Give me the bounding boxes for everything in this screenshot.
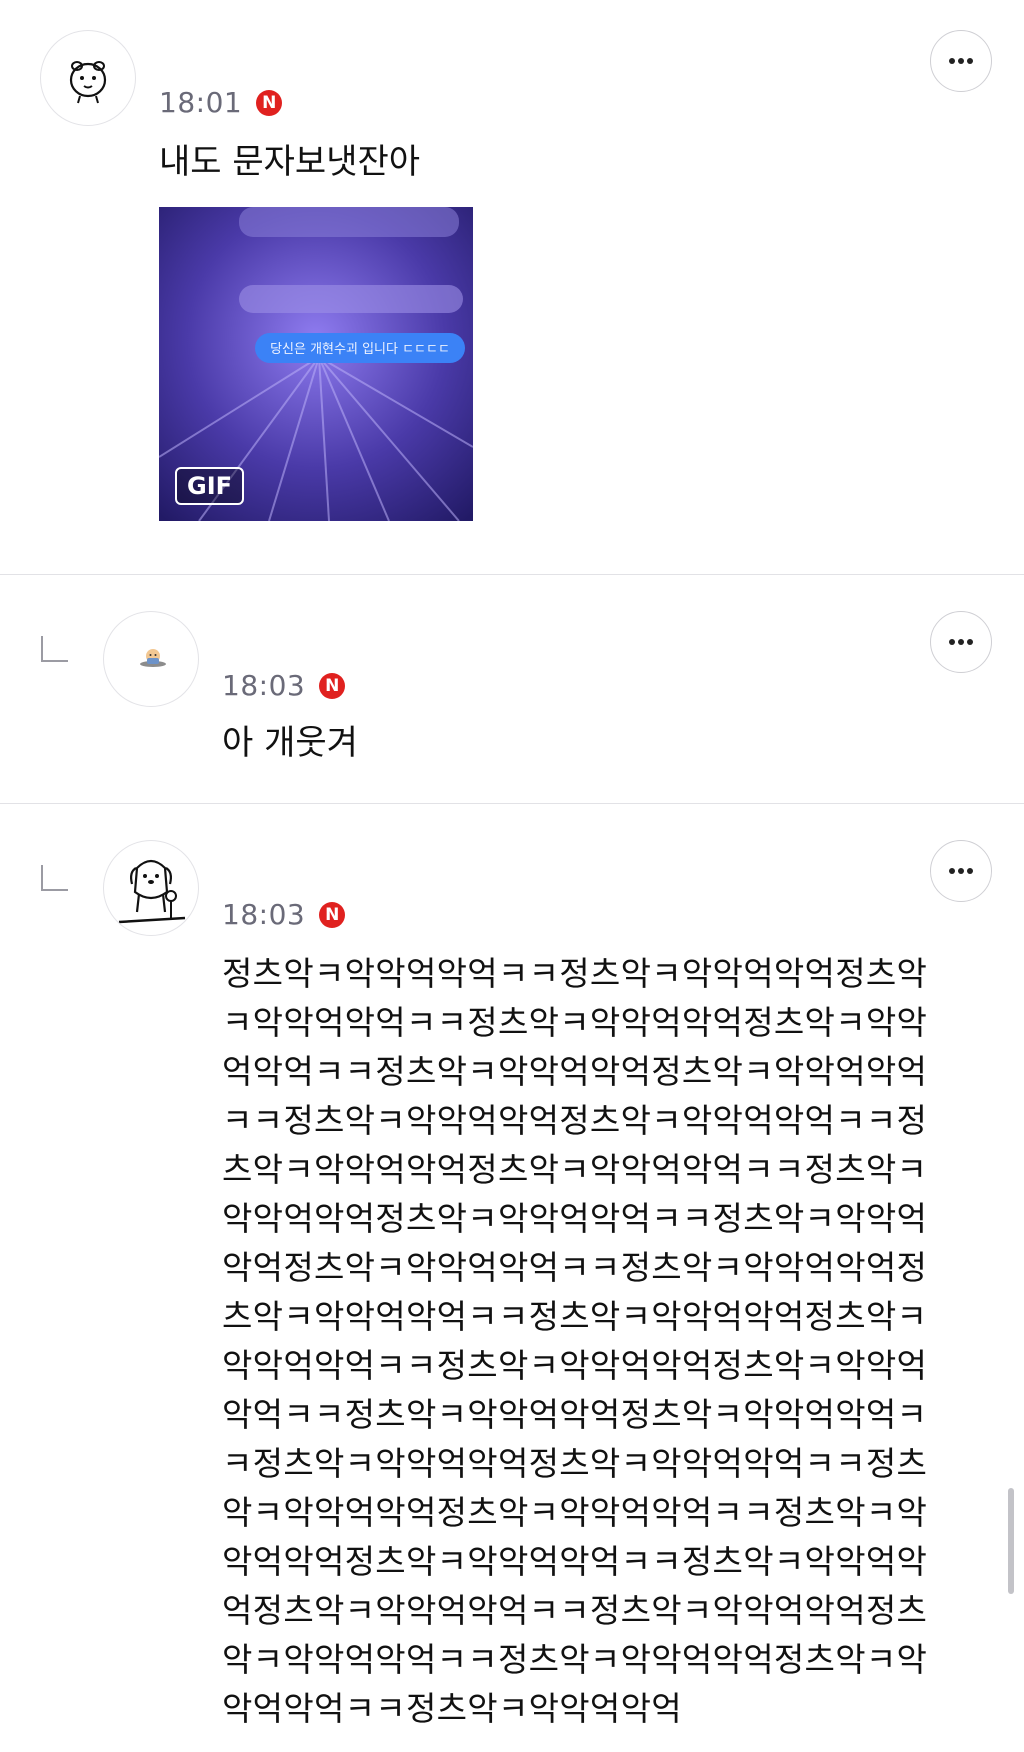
comment-meta: 18:03 N <box>222 898 346 931</box>
gif-attachment[interactable]: 당신은 개현수괴 입니다 ㄷㄷㄷㄷ GIF <box>159 207 473 521</box>
comment-item: 18:01 N 내도 문자보냇잔아 당신은 개현수괴 입니다 ㄷㄷㄷㄷ GIF <box>0 0 1024 574</box>
comment-meta: 18:01 N <box>159 86 283 119</box>
more-options-button[interactable] <box>930 840 992 902</box>
more-horizontal-icon <box>949 868 973 874</box>
naver-n-icon: N <box>319 672 346 699</box>
user-avatar[interactable] <box>103 840 199 936</box>
comment-text: 아 개웃겨 <box>222 723 358 763</box>
reply-arrow-icon <box>41 636 68 662</box>
comment-item: 18:03 N 정츠악ㅋ악악억악억ㅋㅋ정츠악ㅋ악악억악억정츠악ㅋ악악억악억ㅋㅋ정… <box>0 804 1024 1752</box>
gif-badge: GIF <box>175 467 245 505</box>
gif-bubble-text: 당신은 개현수괴 입니다 ㄷㄷㄷㄷ <box>270 342 450 357</box>
more-horizontal-icon <box>949 58 973 64</box>
more-options-button[interactable] <box>930 611 992 673</box>
avatar-character-icon <box>69 61 107 104</box>
more-options-button[interactable] <box>930 30 992 92</box>
scrollbar[interactable] <box>1008 1488 1014 1594</box>
comment-time: 18:01 <box>159 86 243 119</box>
user-avatar[interactable] <box>40 30 136 126</box>
comment-meta: 18:03 N <box>222 669 346 702</box>
naver-n-icon: N <box>256 89 283 116</box>
comment-text: 내도 문자보냇잔아 <box>159 142 421 182</box>
more-horizontal-icon <box>949 639 973 645</box>
comment-time: 18:03 <box>222 898 306 931</box>
avatar-character-icon <box>118 859 186 924</box>
reply-arrow-icon <box>41 865 68 891</box>
user-avatar[interactable] <box>103 611 199 707</box>
comment-time: 18:03 <box>222 669 306 702</box>
avatar-character-icon <box>140 649 166 667</box>
naver-n-icon: N <box>319 901 346 928</box>
comment-item: 18:03 N 아 개웃겨 <box>0 575 1024 803</box>
comment-text: 정츠악ㅋ악악억악억ㅋㅋ정츠악ㅋ악악억악억정츠악ㅋ악악억악억ㅋㅋ정츠악ㅋ악악억악억… <box>222 954 928 1728</box>
